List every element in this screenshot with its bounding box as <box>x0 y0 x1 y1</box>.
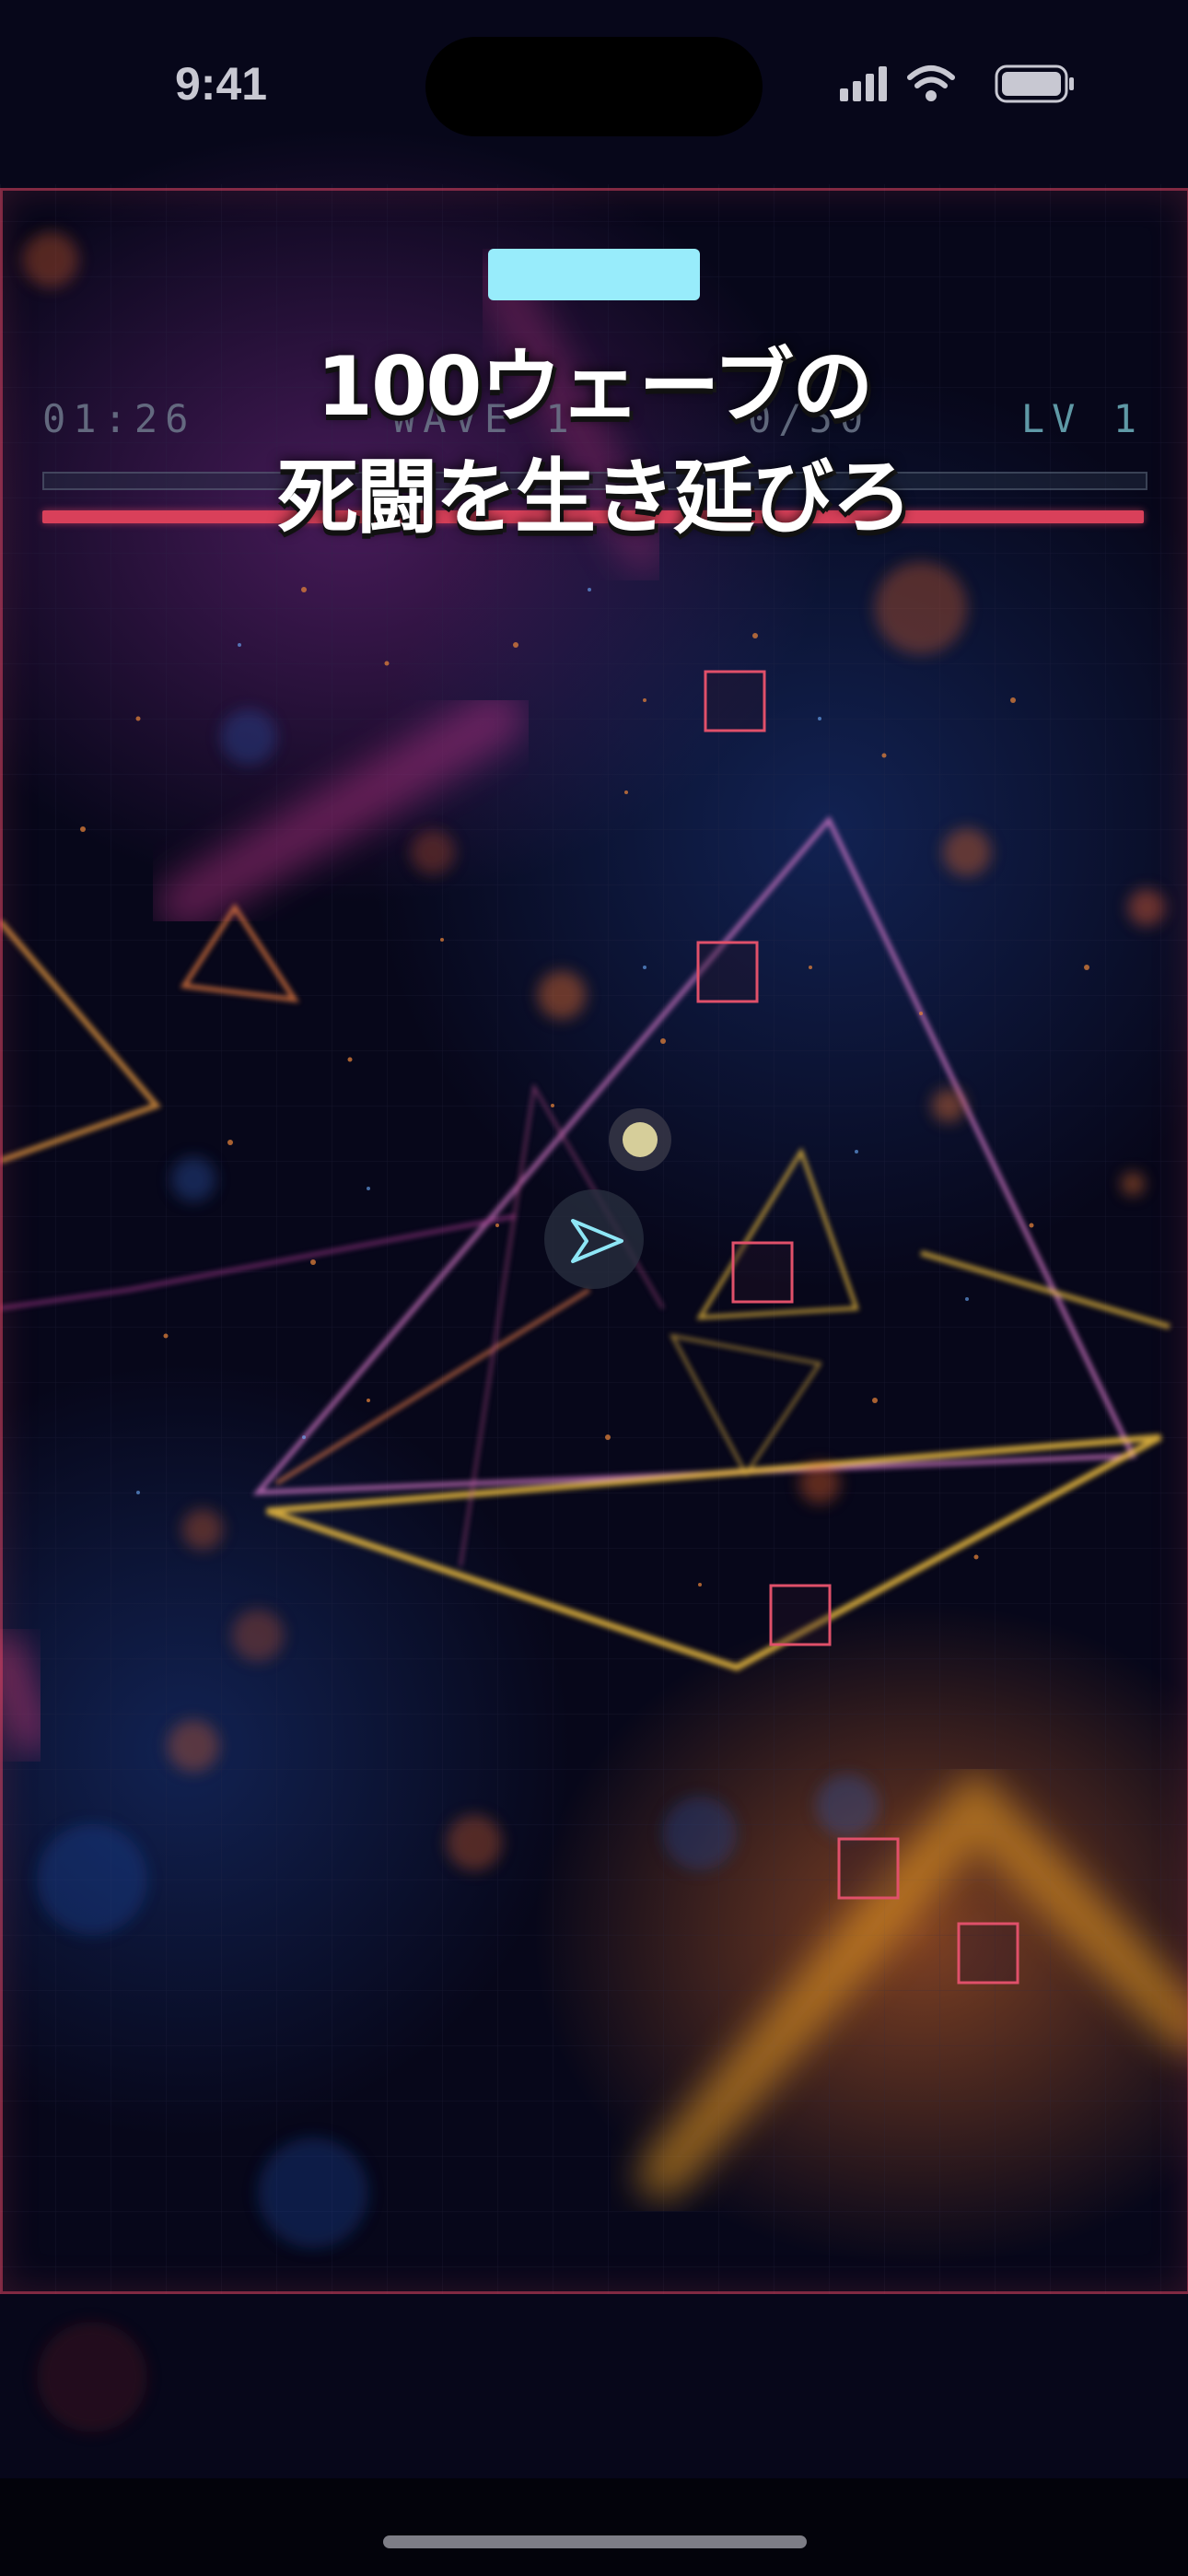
square-enemy-icon <box>696 941 759 1003</box>
square-enemy-icon <box>837 1837 900 1900</box>
square-enemy-icon <box>704 670 766 732</box>
square-enemy-icon <box>769 1584 832 1646</box>
home-indicator[interactable] <box>383 2535 807 2548</box>
enemy-group <box>696 670 1019 1985</box>
square-enemy-icon <box>957 1922 1019 1985</box>
bottom-shade <box>0 2478 1188 2576</box>
square-enemy-icon <box>731 1241 794 1304</box>
xp-orb-icon <box>609 1108 671 1171</box>
arrow-ship-icon[interactable] <box>544 1189 644 1289</box>
game-layer <box>544 670 1019 1985</box>
